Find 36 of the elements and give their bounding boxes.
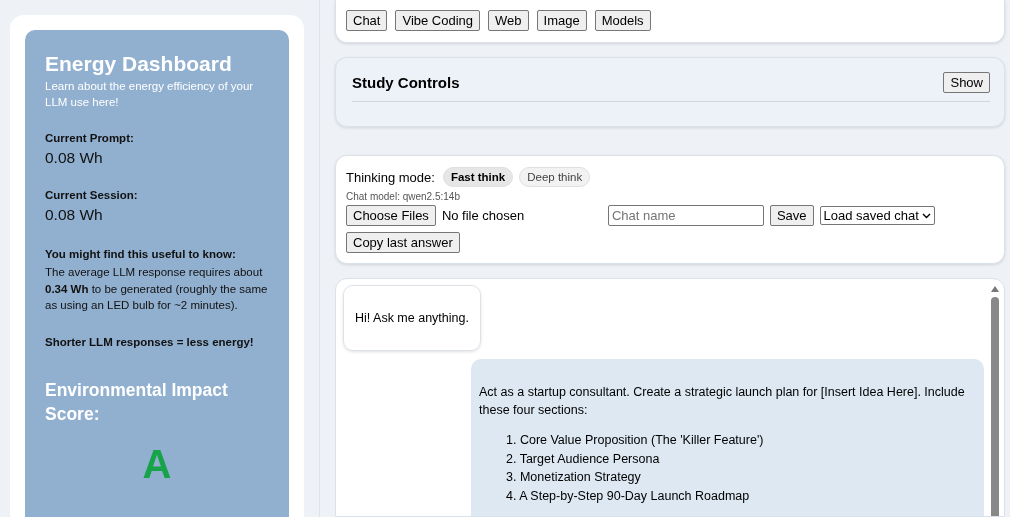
- dashboard-subtitle: Learn about the energy efficiency of your LLM use here!: [45, 79, 255, 110]
- chat-name-input[interactable]: Chat name: [607, 205, 764, 226]
- info-heading: You might find this useful to know:: [45, 248, 237, 260]
- show-button[interactable]: Show: [943, 72, 990, 93]
- file-status: No file chosen: [441, 208, 526, 223]
- nav-button[interactable]: Models: [594, 10, 651, 31]
- score-grade: A: [141, 441, 173, 486]
- stat-value: 0.08 Wh: [45, 149, 104, 167]
- save-button[interactable]: Save: [769, 205, 814, 226]
- assistant-message: Hi! Ask me anything.: [343, 285, 481, 351]
- study-controls-title: Study Controls: [352, 74, 460, 91]
- load-chat-dropdown[interactable]: Load saved chat: [819, 206, 935, 225]
- stat-value: 0.08 Wh: [45, 206, 104, 224]
- thinking-mode-label: Thinking mode:: [346, 169, 435, 185]
- list-item: 1. Core Value Proposition (The 'Killer Feature'): [506, 432, 765, 449]
- nav-button[interactable]: Vibe Coding: [395, 10, 481, 31]
- list-item: 2. Target Audience Persona: [506, 450, 661, 468]
- message-text: Act as a startup consultant. Create a strategic launch plan for [Insert Idea Here]. Include these four sections:: [479, 384, 966, 419]
- thinking-mode-toggle[interactable]: Fast think: [442, 167, 514, 187]
- chevron-down-icon: [921, 212, 931, 219]
- choose-files-button[interactable]: Choose Files: [346, 205, 436, 226]
- stat-label: Current Session:: [45, 189, 139, 201]
- dashboard-title: Energy Dashboard: [45, 52, 233, 76]
- list-item: 4. A Step-by-Step 90-Day Launch Roadmap: [506, 487, 751, 505]
- copy-answer-button[interactable]: Copy last answer: [346, 232, 460, 253]
- scrollbar[interactable]: [990, 285, 1000, 516]
- nav-button[interactable]: Web: [488, 10, 529, 31]
- nav-button[interactable]: Image: [536, 10, 587, 31]
- tip-text: Shorter LLM responses = less energy!: [45, 335, 255, 348]
- chat-model-label: Chat model: qwen2.5:14b: [346, 191, 461, 202]
- score-heading: Environmental Impact Score:: [45, 378, 229, 426]
- list-item: 3. Monetization Strategy: [506, 469, 642, 486]
- info-text: The average LLM response requires about 0.34 Wh to be generated (roughly the same as using an LED bulb for ~2 minutes).: [45, 265, 269, 313]
- nav-button[interactable]: Chat: [346, 10, 388, 31]
- thinking-mode-toggle[interactable]: Deep think: [519, 167, 591, 187]
- stat-label: Current Prompt:: [45, 132, 135, 144]
